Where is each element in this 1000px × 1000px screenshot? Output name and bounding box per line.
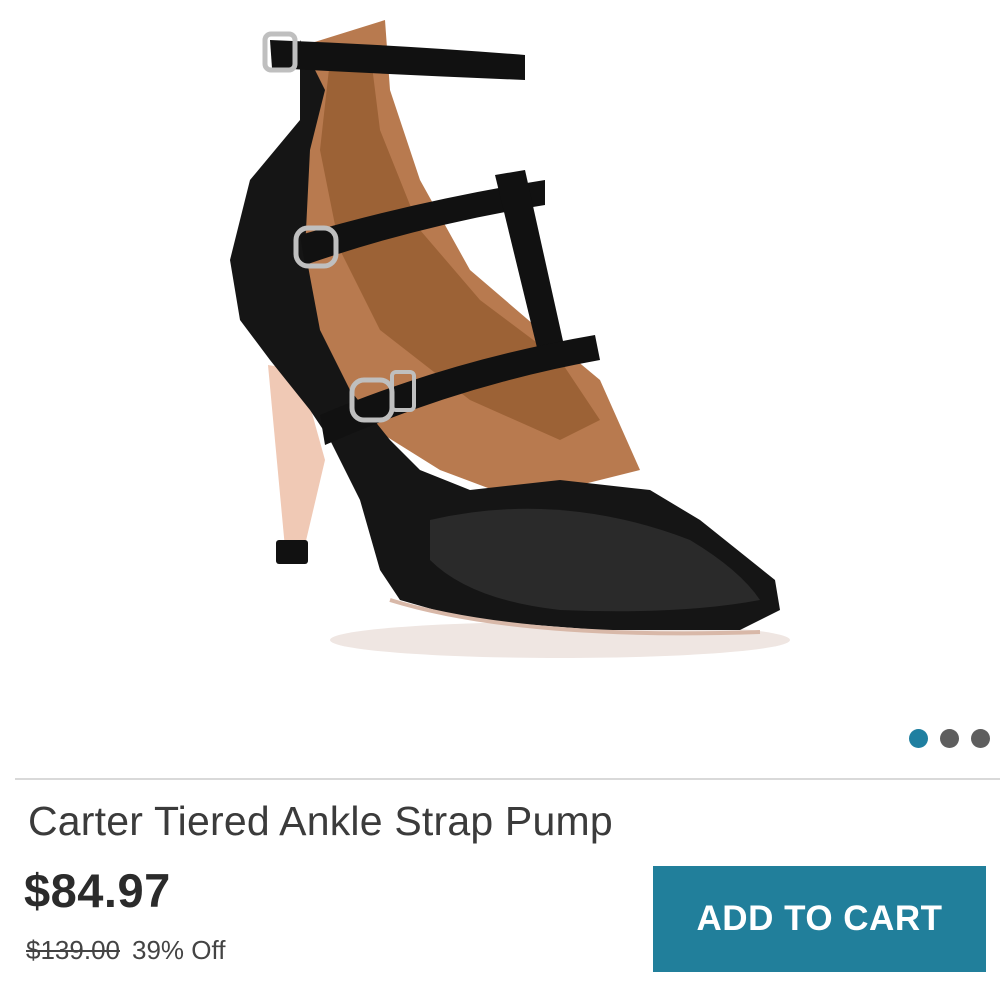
price-comparison: $139.00 39% Off bbox=[26, 935, 225, 966]
divider bbox=[15, 778, 1000, 780]
carousel-dot-1[interactable] bbox=[909, 729, 928, 748]
carousel-dot-3[interactable] bbox=[971, 729, 990, 748]
product-image-carousel[interactable] bbox=[0, 0, 1000, 780]
product-title: Carter Tiered Ankle Strap Pump bbox=[28, 798, 613, 844]
carousel-indicators bbox=[909, 729, 990, 748]
original-price: $139.00 bbox=[26, 935, 120, 965]
sale-price: $84.97 bbox=[24, 864, 171, 917]
carousel-dot-2[interactable] bbox=[940, 729, 959, 748]
product-image bbox=[230, 20, 790, 658]
discount-label: 39% Off bbox=[131, 935, 226, 965]
add-to-cart-button[interactable]: ADD TO CART bbox=[653, 866, 986, 972]
